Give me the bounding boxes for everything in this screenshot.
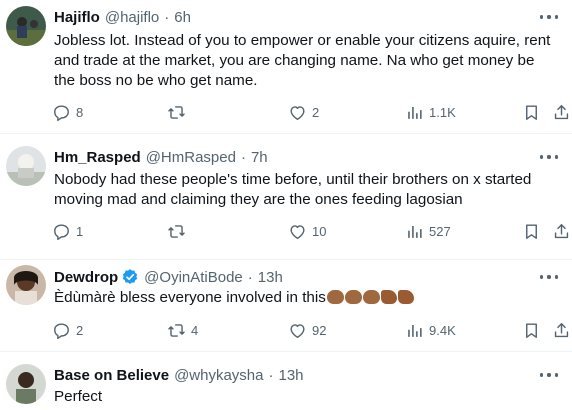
reply-icon [52,103,71,122]
bookmark-button[interactable] [522,318,541,342]
bookmark-icon [522,222,541,241]
bookmark-icon [522,103,541,122]
display-name[interactable]: Hajiflo [54,9,100,26]
views-icon [405,222,424,241]
tweet-text: Jobless lot. Instead of you to empower o… [54,32,551,89]
display-name[interactable]: Hm_Rasped [54,149,141,166]
bookmark-button[interactable] [522,219,541,243]
handle[interactable]: @OyinAtiBode [144,269,243,286]
separator: · [268,366,274,384]
tweet[interactable]: Hajiflo @hajiflo · 6h Jobless lot. Inste… [0,0,572,134]
share-button[interactable] [552,219,571,243]
repost-icon [167,321,186,340]
views-icon [405,103,424,122]
bookmark-icon [522,321,541,340]
avatar[interactable] [6,364,46,404]
tweet[interactable]: Base on Believe @whykaysha · 13h Perfect [0,352,572,410]
avatar[interactable] [6,6,46,46]
tweet-text: Perfect [54,388,103,405]
views-count: 9.4K [429,322,456,338]
repost-count: 4 [191,322,199,338]
reply-count: 2 [76,322,84,338]
timestamp[interactable]: 13h [258,269,283,286]
action-bar: 1 10 527 [52,219,569,243]
share-button[interactable] [552,318,571,342]
timestamp[interactable]: 7h [251,149,268,166]
like-button[interactable]: 2 [288,100,319,124]
display-name[interactable]: Dewdrop [54,269,118,286]
reply-count: 8 [76,104,84,120]
handle[interactable]: @HmRasped [146,149,236,166]
repost-button[interactable]: 4 [167,318,198,342]
repost-icon [167,103,186,122]
like-button[interactable]: 92 [288,318,326,342]
repost-button[interactable] [167,100,191,124]
flexed-biceps-icon [397,290,414,304]
more-icon[interactable] [540,372,558,378]
avatar[interactable] [6,265,46,305]
repost-button[interactable] [167,219,191,243]
share-button[interactable] [552,100,571,124]
flexed-biceps-icon [380,290,397,304]
reply-count: 1 [76,223,84,239]
tweet[interactable]: Dewdrop @OyinAtiBode · 13h Èdùmàrè bless… [0,260,572,352]
share-icon [552,222,571,241]
avatar[interactable] [6,146,46,186]
verified-badge-icon [121,268,139,286]
like-count: 92 [312,322,327,338]
tweet-text-container: Èdùmàrè bless everyone involved in this [54,288,559,308]
timestamp[interactable]: 13h [279,367,304,384]
tweet[interactable]: Hm_Rasped @HmRasped · 7h Nobody had thes… [0,134,572,260]
separator: · [247,268,253,286]
views-icon [405,321,424,340]
reply-icon [52,321,71,340]
separator: · [164,8,170,26]
handle[interactable]: @hajiflo [105,9,159,26]
bookmark-button[interactable] [522,100,541,124]
like-count: 10 [312,223,327,239]
views-button[interactable]: 9.4K [405,318,456,342]
like-icon [288,321,307,340]
clapping-hands-icon [326,290,344,304]
handle[interactable]: @whykaysha [174,367,263,384]
action-bar: 8 2 1.1K [52,100,569,124]
more-icon[interactable] [540,154,558,160]
like-button[interactable]: 10 [288,219,326,243]
action-bar: 2 4 92 9.4K [52,318,569,342]
reply-button[interactable]: 1 [52,219,83,243]
tweet-text: Èdùmàrè bless everyone involved in this [54,289,326,306]
like-icon [288,222,307,241]
share-icon [552,321,571,340]
views-button[interactable]: 1.1K [405,100,456,124]
tweet-text: Nobody had these people's time before, u… [54,171,532,208]
clapping-hands-icon [362,290,380,304]
views-button[interactable]: 527 [405,219,451,243]
display-name[interactable]: Base on Believe [54,367,169,384]
reply-button[interactable]: 8 [52,100,83,124]
views-count: 1.1K [429,104,456,120]
more-icon[interactable] [540,14,558,20]
reply-icon [52,222,71,241]
timestamp[interactable]: 6h [174,9,191,26]
like-icon [288,103,307,122]
clapping-hands-icon [344,290,362,304]
share-icon [552,103,571,122]
separator: · [240,148,246,166]
views-count: 527 [429,223,451,239]
like-count: 2 [312,104,320,120]
repost-icon [167,222,186,241]
reply-button[interactable]: 2 [52,318,83,342]
more-icon[interactable] [540,274,558,280]
